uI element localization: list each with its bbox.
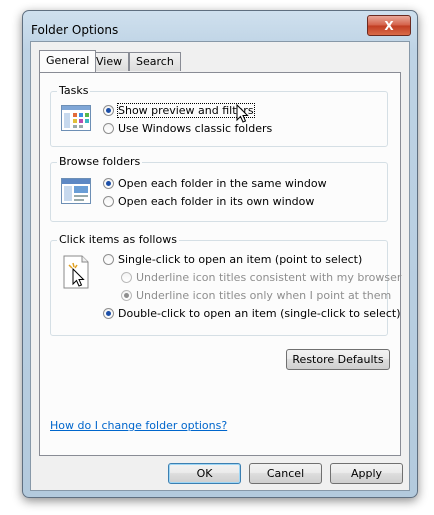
close-button[interactable]: X [367, 15, 411, 36]
option-label: Double-click to open an item (single-cli… [118, 307, 401, 320]
option-label: Underline icon titles only when I point … [136, 289, 392, 302]
same-window-option[interactable]: Open each folder in the same window [103, 177, 327, 190]
radio-button [121, 272, 132, 283]
general-tab-page: Tasks Show preview and filters Use Windo… [39, 72, 401, 456]
cancel-button[interactable]: Cancel [249, 463, 322, 484]
option-label: Underline icon titles consistent with my… [136, 271, 402, 284]
ok-button[interactable]: OK [168, 463, 241, 484]
show-preview-option[interactable]: Show preview and filters [103, 103, 255, 118]
single-click-option[interactable]: Single-click to open an item (point to s… [103, 253, 362, 266]
radio-button[interactable] [103, 308, 114, 319]
browse-group-label: Browse folders [57, 155, 143, 168]
tasks-group: Tasks Show preview and filters Use Windo… [50, 84, 388, 147]
underline-browser-option: Underline icon titles consistent with my… [121, 271, 401, 284]
browse-folders-group: Browse folders Open each folder in the s… [50, 155, 388, 222]
click-group-label: Click items as follows [57, 233, 179, 246]
restore-defaults-button[interactable]: Restore Defaults [286, 349, 390, 370]
help-link[interactable]: How do I change folder options? [50, 419, 227, 432]
folder-options-dialog: Folder Options X General View Search Tas… [22, 10, 418, 498]
option-label: Open each folder in its own window [118, 195, 315, 208]
apply-button[interactable]: Apply [330, 463, 403, 484]
radio-button[interactable] [103, 105, 114, 116]
click-cursor-icon [63, 255, 89, 289]
click-items-group: Click items as follows Single-click to o… [50, 233, 401, 336]
double-click-option[interactable]: Double-click to open an item (single-cli… [103, 307, 400, 320]
mouse-pointer-icon [236, 104, 249, 123]
option-label: Show preview and filters [117, 103, 255, 118]
tasks-group-label: Tasks [57, 84, 91, 97]
dialog-client-area: General View Search Tasks Show preview a… [30, 41, 410, 491]
option-label: Single-click to open an item (point to s… [118, 253, 363, 266]
window-title: Folder Options [31, 23, 119, 37]
tasks-pane-icon [61, 105, 91, 131]
underline-point-option: Underline icon titles only when I point … [121, 289, 391, 302]
option-label: Open each folder in the same window [118, 177, 327, 190]
radio-button[interactable] [103, 178, 114, 189]
browse-window-icon [61, 178, 91, 204]
radio-button[interactable] [103, 254, 114, 265]
radio-button [121, 290, 132, 301]
own-window-option[interactable]: Open each folder in its own window [103, 195, 314, 208]
radio-button[interactable] [103, 123, 114, 134]
tab-search[interactable]: Search [129, 52, 181, 71]
tab-general[interactable]: General [39, 50, 97, 72]
close-icon: X [384, 18, 394, 33]
radio-button[interactable] [103, 196, 114, 207]
